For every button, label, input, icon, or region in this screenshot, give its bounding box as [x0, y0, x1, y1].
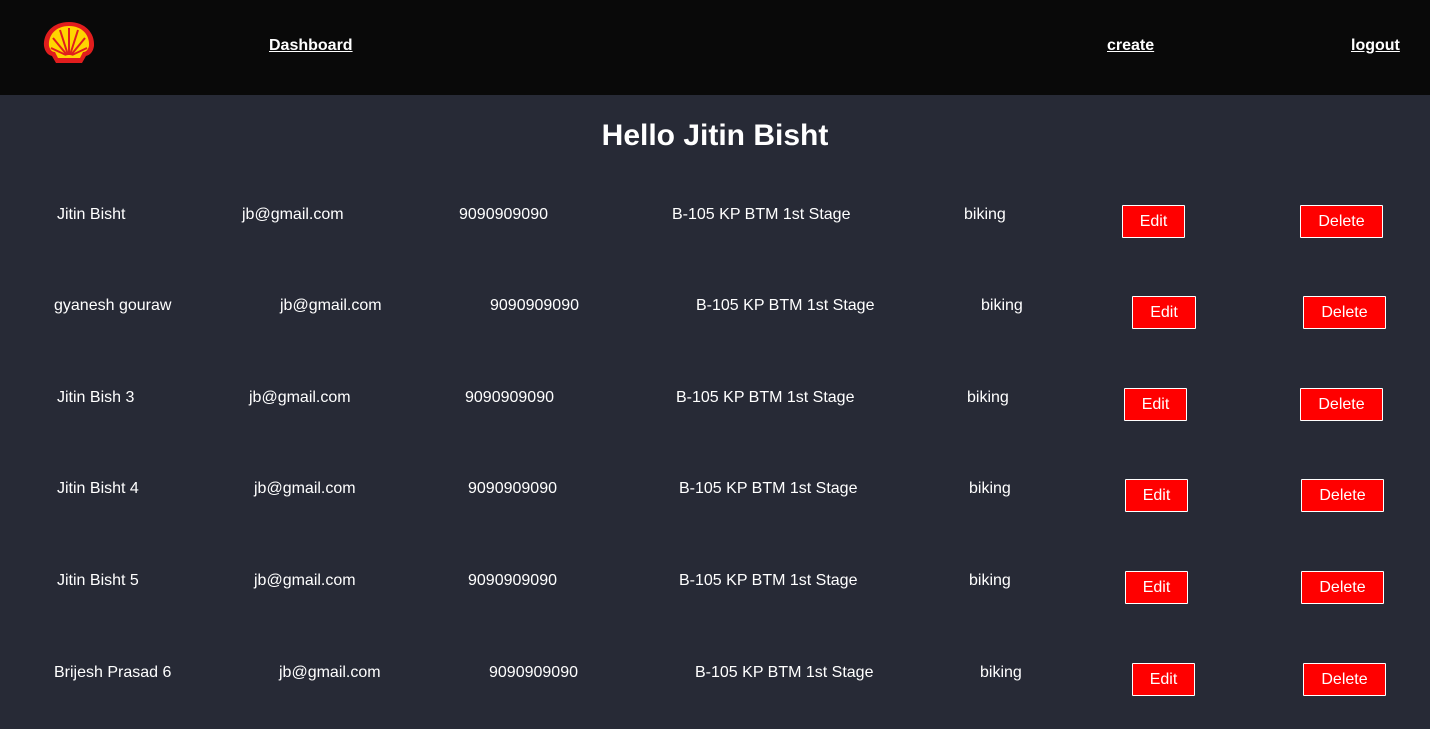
user-address: B-105 KP BTM 1st Stage — [695, 664, 874, 681]
user-name: Jitin Bisht 5 — [57, 572, 139, 589]
delete-button[interactable]: Delete — [1303, 663, 1386, 696]
user-row: Jitin Bish 3 jb@gmail.com 9090909090 B-1… — [0, 388, 1430, 429]
user-name: Brijesh Prasad 6 — [54, 664, 172, 681]
user-name: Jitin Bish 3 — [57, 389, 135, 406]
user-email: jb@gmail.com — [280, 297, 382, 314]
nav-logout-link[interactable]: logout — [1351, 36, 1400, 55]
user-phone: 9090909090 — [465, 389, 554, 406]
user-phone: 9090909090 — [468, 480, 557, 497]
shell-logo-icon[interactable] — [40, 19, 98, 69]
user-email: jb@gmail.com — [242, 206, 344, 223]
user-address: B-105 KP BTM 1st Stage — [676, 389, 855, 406]
user-hobby: biking — [969, 572, 1011, 589]
user-address: B-105 KP BTM 1st Stage — [672, 206, 851, 223]
edit-button[interactable]: Edit — [1122, 205, 1185, 238]
user-name: Jitin Bisht — [57, 206, 126, 223]
user-email: jb@gmail.com — [249, 389, 351, 406]
user-name: gyanesh gouraw — [54, 297, 172, 314]
user-row: Jitin Bisht 4 jb@gmail.com 9090909090 B-… — [0, 479, 1430, 520]
nav-create-link[interactable]: create — [1107, 36, 1154, 55]
user-email: jb@gmail.com — [254, 480, 356, 497]
user-row: Jitin Bisht 5 jb@gmail.com 9090909090 B-… — [0, 571, 1430, 612]
user-email: jb@gmail.com — [254, 572, 356, 589]
user-phone: 9090909090 — [490, 297, 579, 314]
user-hobby: biking — [967, 389, 1009, 406]
delete-button[interactable]: Delete — [1301, 571, 1384, 604]
delete-button[interactable]: Delete — [1300, 388, 1383, 421]
edit-button[interactable]: Edit — [1132, 663, 1195, 696]
user-phone: 9090909090 — [489, 664, 578, 681]
greeting-heading: Hello Jitin Bisht — [601, 119, 829, 152]
user-phone: 9090909090 — [468, 572, 557, 589]
delete-button[interactable]: Delete — [1300, 205, 1383, 238]
user-name: Jitin Bisht 4 — [57, 480, 139, 497]
user-row: gyanesh gouraw jb@gmail.com 9090909090 B… — [0, 296, 1430, 337]
user-phone: 9090909090 — [459, 206, 548, 223]
user-address: B-105 KP BTM 1st Stage — [679, 572, 858, 589]
user-hobby: biking — [981, 297, 1023, 314]
top-navbar: Dashboard create logout — [0, 0, 1430, 95]
user-hobby: biking — [964, 206, 1006, 223]
user-hobby: biking — [980, 664, 1022, 681]
delete-button[interactable]: Delete — [1303, 296, 1386, 329]
nav-dashboard-link[interactable]: Dashboard — [269, 36, 353, 55]
user-email: jb@gmail.com — [279, 664, 381, 681]
edit-button[interactable]: Edit — [1124, 388, 1187, 421]
user-address: B-105 KP BTM 1st Stage — [696, 297, 875, 314]
user-address: B-105 KP BTM 1st Stage — [679, 480, 858, 497]
edit-button[interactable]: Edit — [1125, 479, 1188, 512]
edit-button[interactable]: Edit — [1125, 571, 1188, 604]
delete-button[interactable]: Delete — [1301, 479, 1384, 512]
user-row: Jitin Bisht jb@gmail.com 9090909090 B-10… — [0, 205, 1430, 246]
edit-button[interactable]: Edit — [1132, 296, 1196, 329]
user-hobby: biking — [969, 480, 1011, 497]
user-row: Brijesh Prasad 6 jb@gmail.com 9090909090… — [0, 663, 1430, 704]
